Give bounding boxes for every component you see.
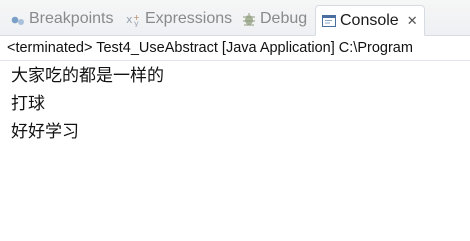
view-tab-bar: Breakpoints x + y Expressions Debug Cons…: [0, 0, 470, 36]
console-output-line: 打球: [11, 94, 45, 114]
console-status-line: <terminated> Test4_UseAbstract [Java App…: [7, 40, 413, 56]
svg-text:y: y: [134, 19, 139, 27]
tab-label: Console: [340, 11, 399, 29]
close-icon[interactable]: ✕: [407, 13, 418, 29]
divider: [0, 60, 470, 61]
console-output: 大家吃的都是一样的 打球 好好学习: [11, 62, 164, 146]
svg-text:x: x: [126, 13, 133, 26]
debug-icon: [241, 11, 257, 27]
tab-expressions[interactable]: x + y Expressions: [126, 5, 232, 33]
console-view[interactable]: <terminated> Test4_UseAbstract [Java App…: [0, 36, 470, 241]
console-icon: [321, 13, 337, 29]
tab-console[interactable]: Console ✕: [315, 5, 425, 36]
expressions-icon: x + y: [126, 11, 142, 27]
tab-label: Breakpoints: [29, 10, 114, 27]
breakpoints-icon: [10, 11, 26, 27]
tab-label: Expressions: [145, 10, 233, 27]
console-output-line: 好好学习: [11, 122, 79, 142]
tab-debug[interactable]: Debug: [241, 5, 307, 33]
tab-breakpoints[interactable]: Breakpoints: [10, 5, 114, 33]
console-output-line: 大家吃的都是一样的: [11, 66, 164, 86]
tab-label: Debug: [260, 10, 308, 27]
